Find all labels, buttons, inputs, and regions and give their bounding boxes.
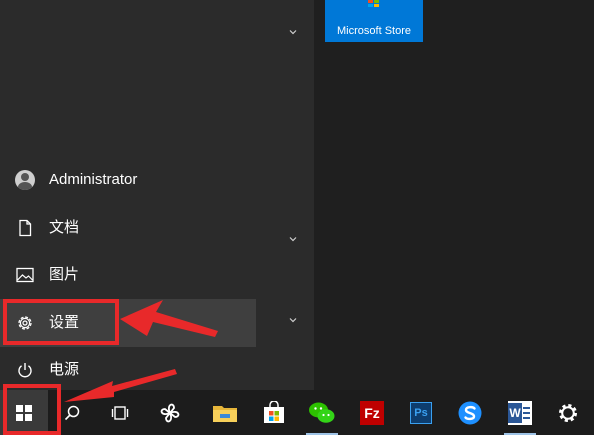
rail-item-label: 文档 (49, 219, 80, 236)
taskbar: Fz Ps W (0, 390, 594, 435)
app-list (256, 0, 314, 390)
tile-label: Microsoft Store (337, 25, 411, 37)
photoshop-app[interactable]: Ps (397, 390, 445, 435)
power-icon (15, 360, 35, 380)
filezilla-app[interactable]: Fz (348, 390, 396, 435)
document-icon (15, 218, 35, 238)
search-icon (64, 405, 80, 420)
rail-item-documents[interactable]: 文档 (0, 204, 256, 252)
store-bag-icon (264, 400, 284, 423)
avatar (15, 170, 35, 190)
rail-item-label: 图片 (49, 266, 80, 283)
photoshop-icon: Ps (410, 401, 432, 424)
task-view-icon (111, 405, 129, 420)
gear-icon (559, 403, 577, 422)
chevron-down-icon[interactable] (286, 25, 300, 39)
pinwheel-app[interactable] (146, 390, 194, 435)
word-icon: W (508, 400, 532, 425)
file-explorer-app[interactable] (201, 390, 249, 435)
pictures-icon (15, 265, 35, 285)
settings-highlight-box (3, 299, 119, 345)
task-view-button[interactable] (96, 390, 144, 435)
wechat-app[interactable] (298, 390, 346, 435)
rail-item-pictures[interactable]: 图片 (0, 251, 256, 299)
microsoft-store-tile[interactable]: Microsoft Store (325, 0, 423, 42)
chevron-down-icon[interactable] (286, 232, 300, 246)
settings-app[interactable] (544, 390, 592, 435)
word-app[interactable]: W (496, 390, 544, 435)
pinwheel-icon (160, 403, 180, 422)
tile-area (314, 0, 594, 390)
filezilla-icon: Fz (360, 400, 384, 425)
microsoft-store-app[interactable] (250, 390, 298, 435)
folder-icon (213, 405, 237, 422)
sogou-app[interactable] (446, 390, 494, 435)
user-account-item[interactable]: Administrator (0, 156, 256, 204)
start-button-highlight-box (3, 384, 61, 435)
sogou-icon (458, 401, 482, 424)
wechat-icon (309, 402, 335, 423)
chevron-down-icon[interactable] (286, 313, 300, 327)
user-name: Administrator (49, 171, 138, 188)
microsoft-store-icon (368, 0, 380, 8)
